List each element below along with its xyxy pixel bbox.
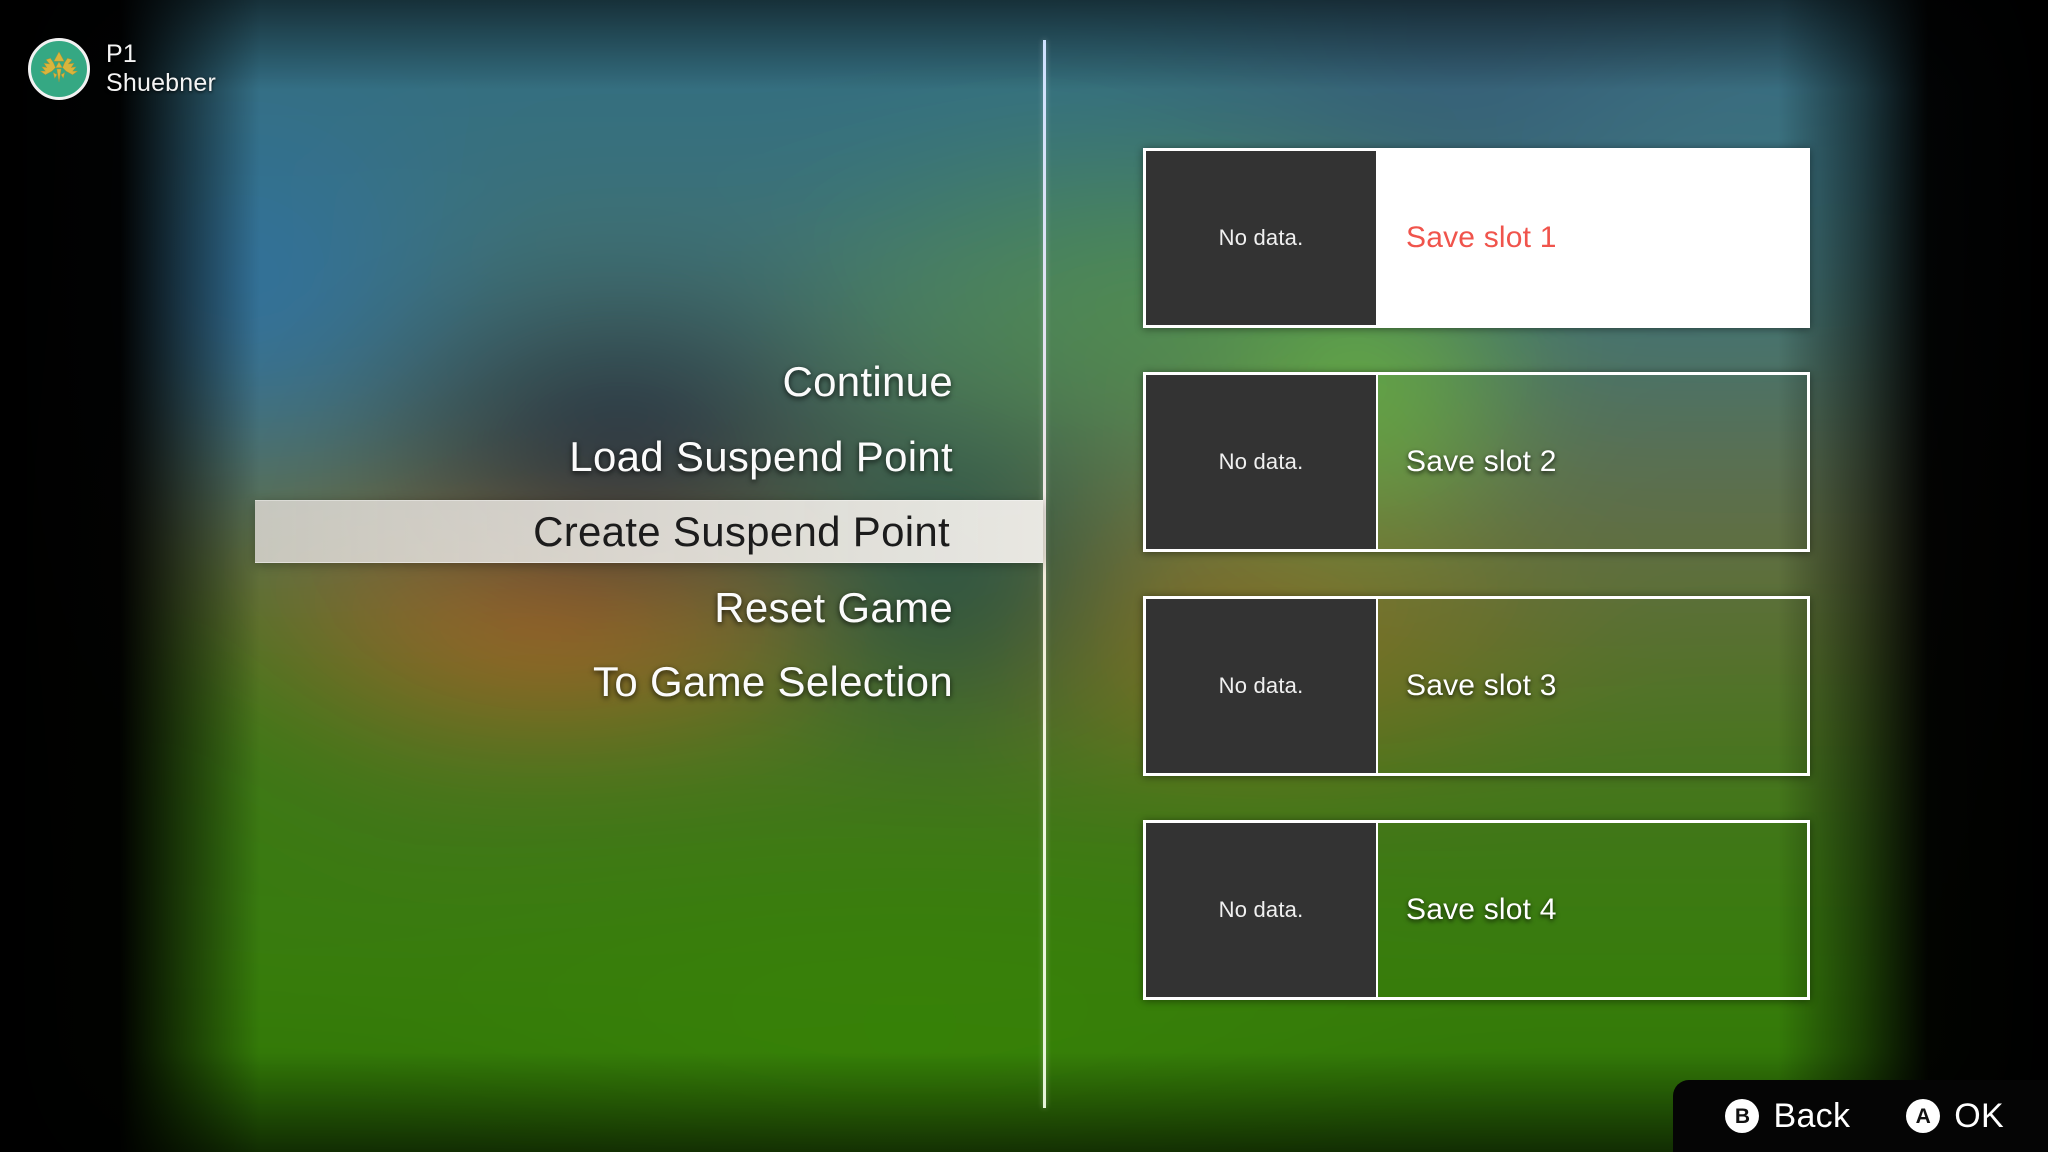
save-slot-label: Save slot 3 (1406, 669, 1557, 702)
action-bar: B Back A OK (1673, 1080, 2048, 1152)
menu-item-load-suspend-point[interactable]: Load Suspend Point (0, 423, 1046, 491)
menu-item-label: Continue (782, 358, 953, 405)
back-action[interactable]: B Back (1725, 1097, 1850, 1136)
save-slot-thumbnail-text: No data. (1218, 897, 1304, 922)
save-slot-thumbnail: No data. (1146, 375, 1376, 549)
save-slot-label: Save slot 1 (1406, 221, 1557, 254)
save-slot-thumbnail-text: No data. (1218, 673, 1304, 698)
menu-item-label: Reset Game (714, 584, 953, 631)
save-slot-body: Save slot 4 (1376, 823, 1807, 997)
menu-item-reset-game[interactable]: Reset Game (0, 574, 1046, 642)
save-slot-thumbnail: No data. (1146, 599, 1376, 773)
player-name: Shuebner (106, 69, 217, 97)
ok-action[interactable]: A OK (1906, 1097, 2004, 1136)
save-slot-thumbnail: No data. (1146, 151, 1376, 325)
menu-item-label: Load Suspend Point (569, 433, 953, 480)
menu-item-create-suspend-point[interactable]: Create Suspend Point (255, 500, 1043, 563)
save-slot-label: Save slot 2 (1406, 445, 1557, 478)
menu-item-to-game-selection[interactable]: To Game Selection (0, 648, 1046, 716)
a-button-icon: A (1906, 1099, 1941, 1133)
player-chip: P1 Shuebner (28, 38, 216, 100)
save-slot-body: Save slot 1 (1376, 151, 1807, 325)
avatar (28, 38, 90, 100)
menu-item-continue[interactable]: Continue (0, 348, 1046, 416)
save-slot-thumbnail-text: No data. (1218, 449, 1304, 474)
ok-action-label: OK (1954, 1096, 2004, 1135)
save-slot-3[interactable]: No data. Save slot 3 (1143, 596, 1810, 776)
menu-item-label: To Game Selection (593, 658, 953, 705)
player-slot-label: P1 (106, 39, 137, 68)
b-button-icon: B (1725, 1099, 1760, 1133)
save-slot-1[interactable]: No data. Save slot 1 (1143, 148, 1810, 328)
save-slot-body: Save slot 3 (1376, 599, 1807, 773)
save-slot-body: Save slot 2 (1376, 375, 1807, 549)
suspend-menu-list: Continue Load Suspend Point Create Suspe… (0, 0, 1046, 1152)
save-slot-label: Save slot 4 (1406, 893, 1557, 926)
menu-item-label: Create Suspend Point (533, 507, 950, 555)
save-slot-4[interactable]: No data. Save slot 4 (1143, 820, 1810, 1000)
player-identity: P1 Shuebner (106, 40, 216, 99)
save-slot-thumbnail: No data. (1146, 823, 1376, 997)
hylian-crest-icon (36, 49, 82, 89)
save-slot-2[interactable]: No data. Save slot 2 (1143, 372, 1810, 552)
save-slot-thumbnail-text: No data. (1218, 225, 1304, 250)
suspend-menu-screen: P1 Shuebner Continue Load Suspend Point … (0, 0, 2048, 1152)
back-action-label: Back (1773, 1096, 1851, 1135)
